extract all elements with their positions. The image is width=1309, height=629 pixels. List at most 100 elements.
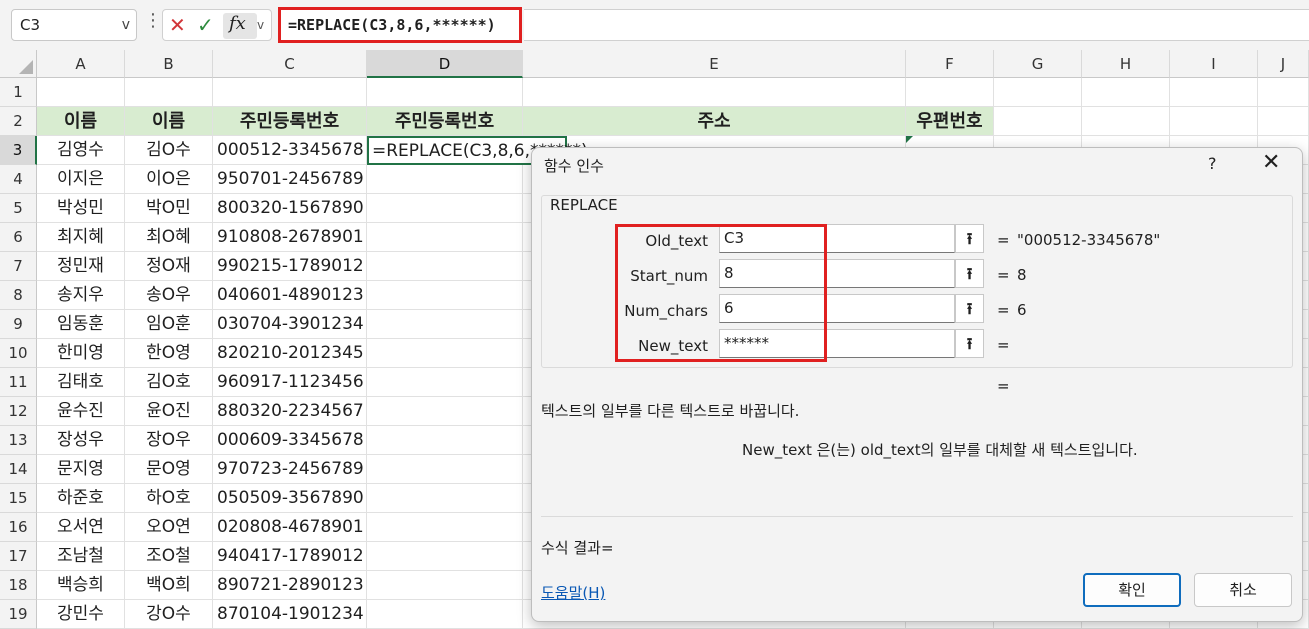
masked-name-cell[interactable]: 최O혜	[125, 223, 213, 252]
name-box[interactable]: C3 v	[11, 9, 137, 41]
row-header-15[interactable]: 15	[0, 484, 37, 513]
row-header-11[interactable]: 11	[0, 368, 37, 397]
masked-name-cell[interactable]: 임O훈	[125, 310, 213, 339]
masked-name-cell[interactable]: 이O은	[125, 165, 213, 194]
row-header-8[interactable]: 8	[0, 281, 37, 310]
name-cell[interactable]: 최지혜	[37, 223, 125, 252]
cell[interactable]	[367, 397, 523, 426]
id-number-cell[interactable]: 030704-3901234	[213, 310, 367, 339]
cancel-icon[interactable]: ✕	[169, 13, 186, 37]
column-header-c[interactable]: C	[213, 50, 367, 78]
name-cell[interactable]: 임동훈	[37, 310, 125, 339]
cell[interactable]	[367, 223, 523, 252]
masked-name-cell[interactable]: 조O철	[125, 542, 213, 571]
header-cell-b[interactable]: 이름	[125, 107, 213, 136]
row-header-4[interactable]: 4	[0, 165, 37, 194]
name-cell[interactable]: 문지영	[37, 455, 125, 484]
cell[interactable]	[367, 600, 523, 629]
cell[interactable]	[367, 513, 523, 542]
row-header-17[interactable]: 17	[0, 542, 37, 571]
header-cell-c[interactable]: 주민등록번호	[213, 107, 367, 136]
column-header-b[interactable]: B	[125, 50, 213, 78]
column-header-h[interactable]: H	[1082, 50, 1170, 78]
id-number-cell[interactable]: 910808-2678901	[213, 223, 367, 252]
name-cell[interactable]: 박성민	[37, 194, 125, 223]
cell[interactable]	[367, 542, 523, 571]
id-number-cell[interactable]: 800320-1567890	[213, 194, 367, 223]
header-cell-e[interactable]: 주소	[523, 107, 906, 136]
cell[interactable]	[213, 78, 367, 107]
cell[interactable]	[1170, 78, 1258, 107]
column-header-j[interactable]: J	[1258, 50, 1309, 78]
name-cell[interactable]: 오서연	[37, 513, 125, 542]
cell[interactable]	[367, 252, 523, 281]
masked-name-cell[interactable]: 정O재	[125, 252, 213, 281]
cell[interactable]	[1258, 78, 1309, 107]
select-all-corner[interactable]	[0, 50, 37, 78]
id-number-cell[interactable]: 870104-1901234	[213, 600, 367, 629]
cell[interactable]	[367, 368, 523, 397]
header-cell-a[interactable]: 이름	[37, 107, 125, 136]
name-cell[interactable]: 송지우	[37, 281, 125, 310]
cell[interactable]	[367, 339, 523, 368]
row-header-5[interactable]: 5	[0, 194, 37, 223]
cell[interactable]	[1170, 107, 1258, 136]
header-cell-f[interactable]: 우편번호	[906, 107, 994, 136]
column-header-a[interactable]: A	[37, 50, 125, 78]
id-number-cell[interactable]: 940417-1789012	[213, 542, 367, 571]
ok-button[interactable]: 확인	[1083, 573, 1181, 607]
id-number-cell[interactable]: 000609-3345678	[213, 426, 367, 455]
cell[interactable]	[367, 310, 523, 339]
cell[interactable]	[367, 194, 523, 223]
cell[interactable]	[367, 571, 523, 600]
id-number-cell[interactable]: 990215-1789012	[213, 252, 367, 281]
name-cell[interactable]: 백승희	[37, 571, 125, 600]
name-cell[interactable]: 하준호	[37, 484, 125, 513]
row-header-10[interactable]: 10	[0, 339, 37, 368]
cell[interactable]	[125, 78, 213, 107]
row-header-12[interactable]: 12	[0, 397, 37, 426]
help-icon[interactable]: ?	[1208, 154, 1217, 173]
name-cell[interactable]: 조남철	[37, 542, 125, 571]
cell[interactable]	[994, 78, 1082, 107]
id-number-cell[interactable]: 950701-2456789	[213, 165, 367, 194]
collapse-dialog-icon[interactable]: ⭱	[955, 294, 984, 323]
header-cell-d[interactable]: 주민등록번호	[367, 107, 523, 136]
id-number-cell[interactable]: 890721-2890123	[213, 571, 367, 600]
row-header-13[interactable]: 13	[0, 426, 37, 455]
name-cell[interactable]: 이지은	[37, 165, 125, 194]
row-header-6[interactable]: 6	[0, 223, 37, 252]
masked-name-cell[interactable]: 김O호	[125, 368, 213, 397]
cell[interactable]	[37, 78, 125, 107]
column-header-f[interactable]: F	[906, 50, 994, 78]
masked-name-cell[interactable]: 문O영	[125, 455, 213, 484]
cell[interactable]	[1082, 78, 1170, 107]
enter-icon[interactable]: ✓	[197, 13, 214, 37]
id-number-cell[interactable]: 960917-1123456	[213, 368, 367, 397]
id-number-cell[interactable]: 820210-2012345	[213, 339, 367, 368]
cell[interactable]	[1082, 107, 1170, 136]
insert-function-icon[interactable]: fx	[223, 13, 257, 39]
masked-name-cell[interactable]: 강O수	[125, 600, 213, 629]
formula-input[interactable]: =REPLACE(C3,8,6,******)	[278, 7, 522, 43]
id-number-cell[interactable]: 970723-2456789	[213, 455, 367, 484]
row-header-9[interactable]: 9	[0, 310, 37, 339]
close-icon[interactable]: ✕	[1262, 150, 1280, 175]
row-header-19[interactable]: 19	[0, 600, 37, 629]
cell[interactable]	[994, 107, 1082, 136]
masked-name-cell[interactable]: 윤O진	[125, 397, 213, 426]
row-header-7[interactable]: 7	[0, 252, 37, 281]
row-header-14[interactable]: 14	[0, 455, 37, 484]
masked-name-cell[interactable]: 박O민	[125, 194, 213, 223]
column-header-e[interactable]: E	[523, 50, 906, 78]
row-header-18[interactable]: 18	[0, 571, 37, 600]
collapse-dialog-icon[interactable]: ⭱	[955, 259, 984, 288]
cell[interactable]	[367, 484, 523, 513]
cell[interactable]	[367, 165, 523, 194]
cell[interactable]	[523, 78, 906, 107]
id-number-cell[interactable]: 000512-3345678	[213, 136, 367, 165]
masked-name-cell[interactable]: 김O수	[125, 136, 213, 165]
cell[interactable]	[906, 78, 994, 107]
masked-name-cell[interactable]: 하O호	[125, 484, 213, 513]
collapse-dialog-icon[interactable]: ⭱	[955, 329, 984, 358]
